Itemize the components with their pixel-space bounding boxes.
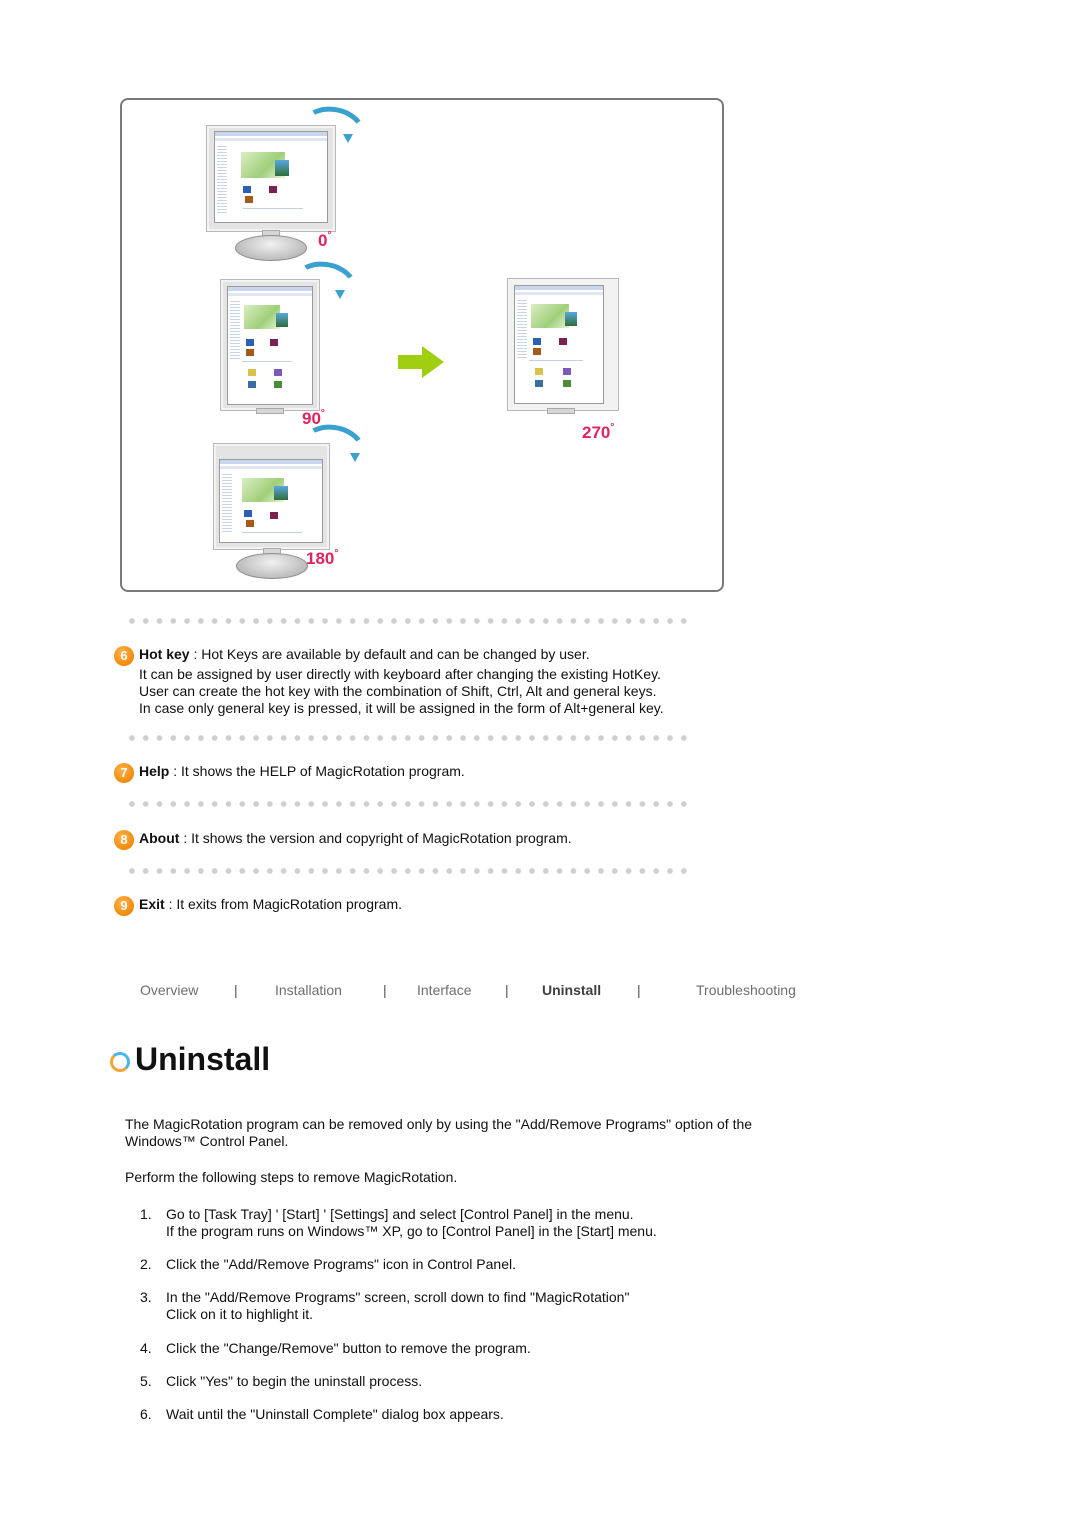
dotted-divider — [125, 618, 691, 624]
angle-label-0: 0° — [318, 230, 332, 250]
feature-help: 7 Help : It shows the HELP of MagicRotat… — [114, 763, 714, 785]
step-number: 3. — [140, 1289, 152, 1305]
rotate-arrowhead-icon — [350, 453, 360, 462]
feature-detail: In case only general key is pressed, it … — [139, 700, 664, 716]
nav-separator: | — [505, 982, 509, 998]
step-text: Click the "Add/Remove Programs" icon in … — [166, 1256, 516, 1272]
step-number: 5. — [140, 1373, 152, 1389]
dotted-divider — [125, 801, 691, 807]
feature-description: : It shows the version and copyright of … — [179, 830, 572, 846]
rotate-arrowhead-icon — [335, 290, 345, 299]
number-badge-6: 6 — [114, 646, 134, 666]
nav-interface[interactable]: Interface — [417, 982, 471, 998]
feature-description: : It shows the HELP of MagicRotation pro… — [169, 763, 465, 779]
step-text: Click the "Change/Remove" button to remo… — [166, 1340, 531, 1356]
feature-detail: User can create the hot key with the com… — [139, 683, 657, 699]
transition-arrow-icon — [398, 346, 444, 378]
steps-lead: Perform the following steps to remove Ma… — [125, 1169, 458, 1185]
monitor-270-degrees — [507, 278, 619, 414]
feature-description: : Hot Keys are available by default and … — [189, 646, 590, 662]
angle-label-270: 270° — [582, 422, 615, 442]
feature-name: Help — [139, 763, 170, 779]
page-title: Uninstall — [135, 1041, 271, 1077]
step-text-cont: If the program runs on Windows™ XP, go t… — [166, 1223, 657, 1239]
nav-separator: | — [234, 982, 238, 998]
feature-name: Hot key — [139, 646, 190, 662]
feature-description: : It exits from MagicRotation program. — [164, 896, 402, 912]
dotted-divider — [125, 868, 691, 874]
nav-uninstall[interactable]: Uninstall — [542, 982, 601, 998]
number-badge-9: 9 — [114, 896, 134, 916]
nav-overview[interactable]: Overview — [140, 982, 198, 998]
nav-troubleshooting[interactable]: Troubleshooting — [696, 982, 796, 998]
number-badge-7: 7 — [114, 763, 134, 783]
intro-text-cont: Windows™ Control Panel. — [125, 1133, 289, 1149]
feature-exit: 9 Exit : It exits from MagicRotation pro… — [114, 896, 714, 918]
step-text-cont: Click on it to highlight it. — [166, 1306, 314, 1322]
feature-detail: It can be assigned by user directly with… — [139, 666, 661, 682]
step-text: Go to [Task Tray] ' [Start] ' [Settings]… — [166, 1206, 634, 1222]
nav-separator: | — [383, 982, 387, 998]
nav-installation[interactable]: Installation — [275, 982, 342, 998]
feature-about: 8 About : It shows the version and copyr… — [114, 830, 714, 852]
number-badge-8: 8 — [114, 830, 134, 850]
step-text: In the "Add/Remove Programs" screen, scr… — [166, 1289, 630, 1305]
nav-separator: | — [637, 982, 641, 998]
dotted-divider — [125, 735, 691, 741]
section-ring-icon — [110, 1052, 130, 1072]
step-text: Wait until the "Uninstall Complete" dial… — [166, 1406, 504, 1422]
angle-label-180: 180° — [306, 548, 339, 568]
feature-name: About — [139, 830, 180, 846]
step-number: 2. — [140, 1256, 152, 1272]
step-number: 6. — [140, 1406, 152, 1422]
step-text: Click "Yes" to begin the uninstall proce… — [166, 1373, 423, 1389]
rotate-arrowhead-icon — [343, 134, 353, 143]
step-number: 4. — [140, 1340, 152, 1356]
feature-hot-key: 6 Hot key : Hot Keys are available by de… — [114, 646, 714, 726]
step-number: 1. — [140, 1206, 152, 1222]
feature-name: Exit — [139, 896, 165, 912]
intro-text: The MagicRotation program can be removed… — [125, 1116, 753, 1132]
